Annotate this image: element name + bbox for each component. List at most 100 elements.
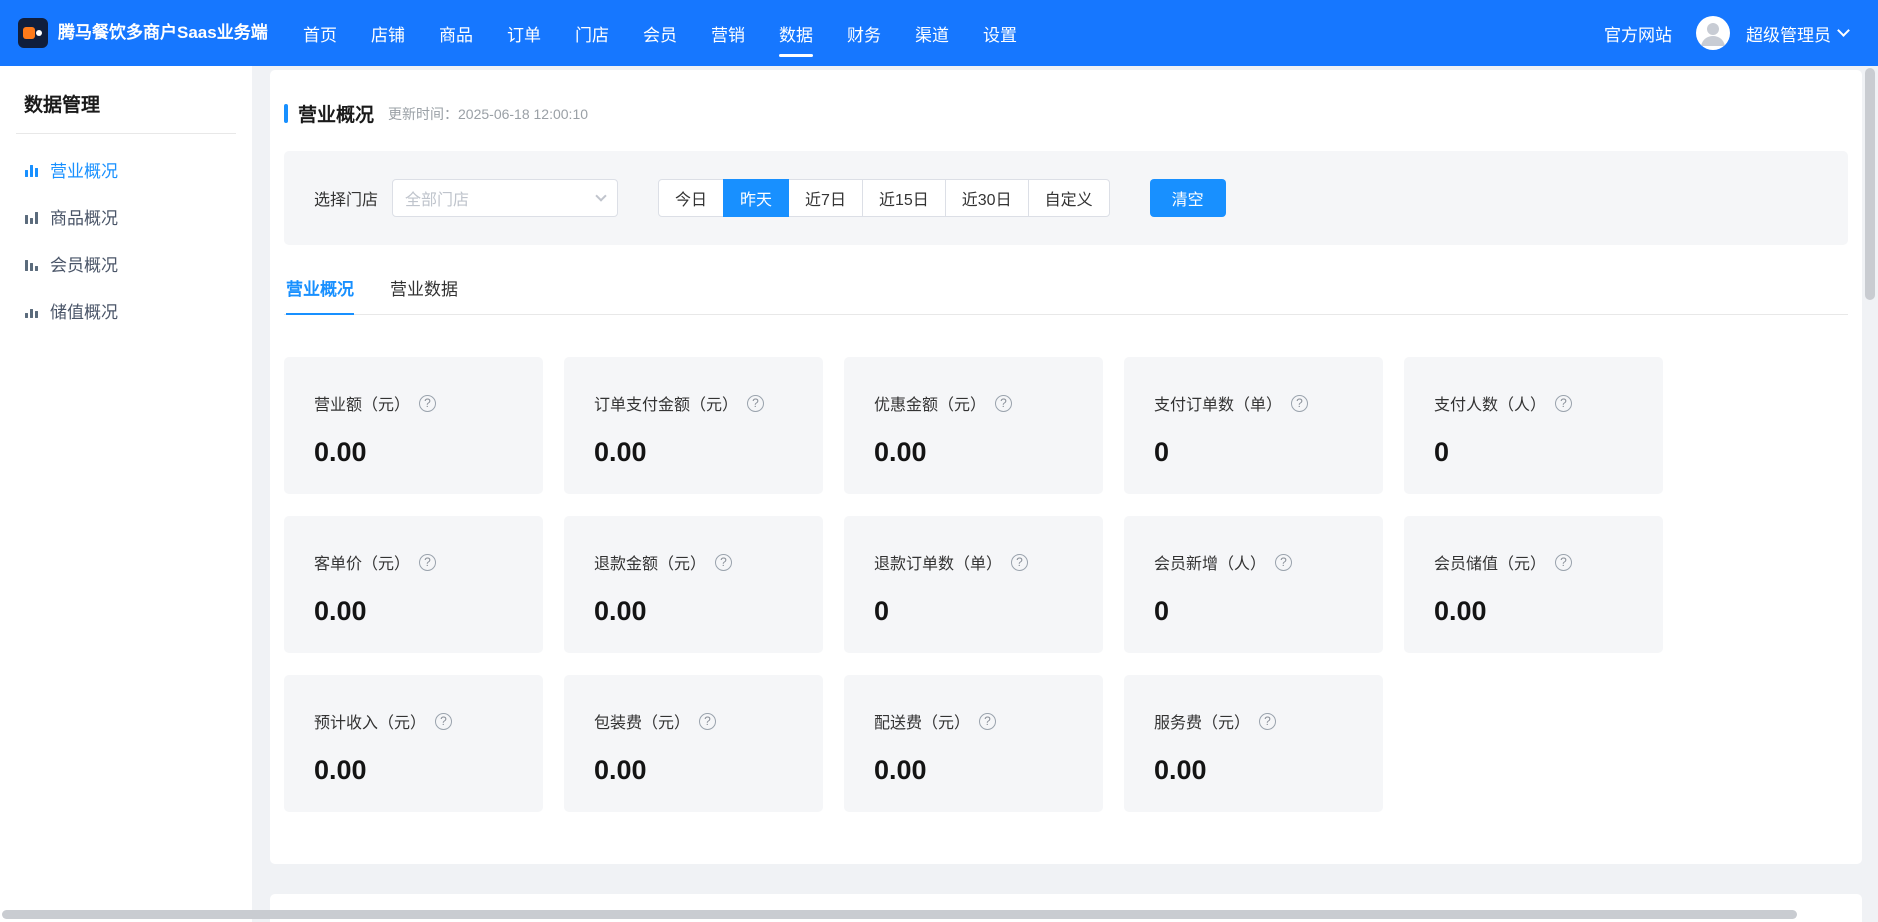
nav-item-settings[interactable]: 设置 bbox=[966, 0, 1034, 66]
avatar[interactable] bbox=[1696, 16, 1730, 50]
stat-value: 0.00 bbox=[1154, 755, 1353, 786]
stat-card-member-stored-value: 会员储值（元） 0.00 bbox=[1404, 516, 1663, 653]
overview-tabs: 营业概况 营业数据 bbox=[284, 275, 1848, 315]
sidebar-item-business-overview[interactable]: 营业概况 bbox=[0, 146, 252, 193]
stat-label: 会员储值（元） bbox=[1434, 550, 1546, 574]
sidebar-item-label: 储值概况 bbox=[50, 298, 118, 323]
topbar-right: 官方网站 超级管理员 bbox=[1604, 16, 1848, 50]
nav-item-channels[interactable]: 渠道 bbox=[898, 0, 966, 66]
sidebar-item-label: 营业概况 bbox=[50, 157, 118, 182]
stat-value: 0.00 bbox=[594, 755, 793, 786]
section-title: 营业概况 bbox=[298, 100, 374, 127]
stat-card-paying-users: 支付人数（人） 0 bbox=[1404, 357, 1663, 494]
bar-chart-icon bbox=[24, 209, 40, 225]
stat-card-avg-order-value: 客单价（元） 0.00 bbox=[284, 516, 543, 653]
sidebar-item-stored-value-overview[interactable]: 储值概况 bbox=[0, 287, 252, 334]
sidebar-item-label: 会员概况 bbox=[50, 251, 118, 276]
tab-business-overview[interactable]: 营业概况 bbox=[286, 275, 354, 314]
stat-label: 客单价（元） bbox=[314, 550, 410, 574]
title-accent-bar bbox=[284, 104, 288, 123]
clear-button[interactable]: 清空 bbox=[1150, 179, 1226, 217]
stat-card-refund-amount: 退款金额（元） 0.00 bbox=[564, 516, 823, 653]
help-icon[interactable] bbox=[995, 395, 1012, 412]
stat-label: 服务费（元） bbox=[1154, 709, 1250, 733]
sidebar-title: 数据管理 bbox=[16, 66, 236, 134]
stat-label: 会员新增（人） bbox=[1154, 550, 1266, 574]
nav-item-shop[interactable]: 店铺 bbox=[354, 0, 422, 66]
sidebar-item-member-overview[interactable]: 会员概况 bbox=[0, 240, 252, 287]
user-icon bbox=[1696, 16, 1730, 50]
stat-label: 配送费（元） bbox=[874, 709, 970, 733]
sidebar-item-label: 商品概况 bbox=[50, 204, 118, 229]
help-icon[interactable] bbox=[1291, 395, 1308, 412]
stats-grid: 营业额（元） 0.00 订单支付金额（元） 0.00 优惠金额（元） 0.00 … bbox=[284, 357, 1848, 812]
help-icon[interactable] bbox=[979, 713, 996, 730]
chevron-down-icon bbox=[1837, 24, 1850, 37]
nav-item-data[interactable]: 数据 bbox=[762, 0, 830, 66]
update-time: 更新时间：2025-06-18 12:00:10 bbox=[388, 104, 588, 124]
app-title: 腾马餐饮多商户Saas业务端 bbox=[58, 22, 272, 44]
bar-chart-icon bbox=[24, 162, 40, 178]
help-icon[interactable] bbox=[435, 713, 452, 730]
stat-label: 营业额（元） bbox=[314, 391, 410, 415]
stat-value: 0.00 bbox=[874, 437, 1073, 468]
help-icon[interactable] bbox=[1259, 713, 1276, 730]
bar-chart-icon bbox=[24, 256, 40, 272]
tab-business-data[interactable]: 营业数据 bbox=[390, 275, 458, 314]
store-select-label: 选择门店 bbox=[314, 186, 378, 210]
main-content: 营业概况 更新时间：2025-06-18 12:00:10 选择门店 全部门店 … bbox=[252, 66, 1878, 922]
stat-value: 0 bbox=[1434, 437, 1633, 468]
range-today-button[interactable]: 今日 bbox=[658, 179, 724, 217]
stat-value: 0.00 bbox=[594, 596, 793, 627]
section-title-row: 营业概况 更新时间：2025-06-18 12:00:10 bbox=[284, 100, 1848, 127]
nav-item-marketing[interactable]: 营销 bbox=[694, 0, 762, 66]
help-icon[interactable] bbox=[1555, 395, 1572, 412]
app-logo-icon bbox=[18, 18, 48, 48]
nav-item-home[interactable]: 首页 bbox=[286, 0, 354, 66]
store-select[interactable]: 全部门店 bbox=[392, 179, 618, 217]
help-icon[interactable] bbox=[747, 395, 764, 412]
stat-label: 订单支付金额（元） bbox=[594, 391, 738, 415]
range-15d-button[interactable]: 近15日 bbox=[862, 179, 946, 217]
store-select-placeholder: 全部门店 bbox=[405, 186, 469, 210]
date-range-group: 今日 昨天 近7日 近15日 近30日 自定义 bbox=[658, 179, 1110, 217]
screen: 腾马餐饮多商户Saas业务端 首页 店铺 商品 订单 门店 会员 营销 数据 财… bbox=[0, 0, 1878, 922]
help-icon[interactable] bbox=[1275, 554, 1292, 571]
bar-chart-icon bbox=[24, 303, 40, 319]
nav-item-stores[interactable]: 门店 bbox=[558, 0, 626, 66]
nav-item-finance[interactable]: 财务 bbox=[830, 0, 898, 66]
stat-value: 0.00 bbox=[594, 437, 793, 468]
stat-value: 0.00 bbox=[874, 755, 1073, 786]
help-icon[interactable] bbox=[419, 554, 436, 571]
range-30d-button[interactable]: 近30日 bbox=[945, 179, 1029, 217]
business-overview-card: 营业概况 更新时间：2025-06-18 12:00:10 选择门店 全部门店 … bbox=[270, 70, 1862, 864]
horizontal-scrollbar-thumb[interactable] bbox=[2, 910, 1797, 919]
nav-item-members[interactable]: 会员 bbox=[626, 0, 694, 66]
stat-label: 退款订单数（单） bbox=[874, 550, 1002, 574]
help-icon[interactable] bbox=[1011, 554, 1028, 571]
stat-card-service-fee: 服务费（元） 0.00 bbox=[1124, 675, 1383, 812]
sidebar-item-goods-overview[interactable]: 商品概况 bbox=[0, 193, 252, 240]
stat-label: 包装费（元） bbox=[594, 709, 690, 733]
stat-label: 退款金额（元） bbox=[594, 550, 706, 574]
top-navbar: 腾马餐饮多商户Saas业务端 首页 店铺 商品 订单 门店 会员 营销 数据 财… bbox=[0, 0, 1878, 66]
nav-item-orders[interactable]: 订单 bbox=[490, 0, 558, 66]
help-icon[interactable] bbox=[419, 395, 436, 412]
range-custom-button[interactable]: 自定义 bbox=[1028, 179, 1110, 217]
layout: 数据管理 营业概况 商品概况 bbox=[0, 66, 1878, 922]
stat-value: 0 bbox=[874, 596, 1073, 627]
stat-label: 支付订单数（单） bbox=[1154, 391, 1282, 415]
brand[interactable]: 腾马餐饮多商户Saas业务端 bbox=[18, 18, 280, 48]
nav-item-goods[interactable]: 商品 bbox=[422, 0, 490, 66]
top-nav: 首页 店铺 商品 订单 门店 会员 营销 数据 财务 渠道 设置 bbox=[286, 0, 1034, 66]
official-site-link[interactable]: 官方网站 bbox=[1604, 21, 1672, 46]
vertical-scrollbar-thumb[interactable] bbox=[1865, 68, 1875, 300]
help-icon[interactable] bbox=[1555, 554, 1572, 571]
stat-value: 0.00 bbox=[314, 437, 513, 468]
user-menu[interactable]: 超级管理员 bbox=[1746, 21, 1848, 46]
help-icon[interactable] bbox=[715, 554, 732, 571]
stat-label: 预计收入（元） bbox=[314, 709, 426, 733]
help-icon[interactable] bbox=[699, 713, 716, 730]
range-yesterday-button[interactable]: 昨天 bbox=[723, 179, 789, 217]
range-7d-button[interactable]: 近7日 bbox=[788, 179, 863, 217]
